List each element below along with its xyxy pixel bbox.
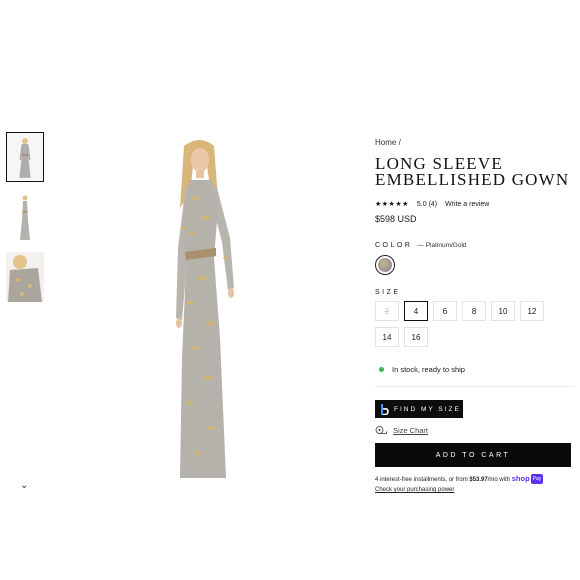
- color-label: COLOR: [375, 242, 413, 249]
- breadcrumb: Home /: [375, 138, 575, 147]
- gown-closeup-thumbnail[interactable]: [6, 252, 44, 302]
- color-swatch-platinum-gold[interactable]: [375, 255, 395, 275]
- gown-full-image: [6, 192, 44, 242]
- size-option-16[interactable]: 16: [404, 327, 428, 347]
- size-label: SIZE: [375, 289, 401, 296]
- swatch-fill: [378, 258, 392, 272]
- rating-count: (4): [428, 200, 438, 208]
- size-option-2[interactable]: 2: [375, 301, 399, 321]
- thumbnail-gallery: [6, 132, 46, 312]
- gown-front-thumbnail[interactable]: [6, 132, 44, 182]
- stock-text: In stock, ready to ship: [392, 365, 465, 374]
- stock-status: In stock, ready to ship: [375, 365, 575, 374]
- find-my-size-button[interactable]: FIND MY SIZE: [375, 400, 463, 418]
- rating-row: ★★★★★ 5.0 (4) Write a review: [375, 200, 575, 209]
- in-stock-dot-icon: [379, 367, 384, 372]
- shop-pay-logo: shop: [511, 474, 530, 483]
- installments-prefix: 4 interest-free installments, or from: [375, 477, 468, 483]
- color-label-row: COLOR — Platinum/Gold: [375, 242, 575, 249]
- b-logo-icon: [381, 403, 389, 415]
- size-option-4[interactable]: 4: [404, 301, 428, 321]
- size-option-8[interactable]: 8: [462, 301, 486, 321]
- write-review-link[interactable]: Write a review: [445, 201, 489, 208]
- installments-suffix: /mo with: [487, 477, 511, 483]
- size-chart-label: Size Chart: [393, 426, 429, 435]
- product-main-image: [176, 140, 234, 478]
- shop-pay-badge: Pay: [530, 474, 544, 485]
- gown-full-thumbnail[interactable]: [6, 192, 44, 242]
- product-title: LONG SLEEVE EMBELLISHED GOWN: [375, 154, 570, 189]
- add-to-cart-button[interactable]: ADD TO CART: [375, 443, 571, 467]
- size-option-6[interactable]: 6: [433, 301, 457, 321]
- rating-summary: 5.0 (4): [417, 201, 437, 208]
- tape-measure-icon: [375, 426, 387, 434]
- breadcrumb-home-link[interactable]: Home: [375, 138, 396, 147]
- installment-amount: $53.97: [469, 477, 488, 483]
- star-rating-icon: ★★★★★: [375, 201, 409, 208]
- installments-info: 4 interest-free installments, or from $5…: [375, 474, 575, 495]
- color-value: — Platinum/Gold: [417, 242, 467, 249]
- size-options: 2 4 6 8 10 12 14 16: [375, 301, 575, 353]
- find-my-size-label: FIND MY SIZE: [394, 405, 461, 413]
- size-option-12[interactable]: 12: [520, 301, 544, 321]
- size-chart-link[interactable]: Size Chart: [375, 426, 575, 435]
- gown-closeup-image: [6, 252, 44, 302]
- rating-value: 5.0: [416, 200, 427, 208]
- breadcrumb-separator: /: [398, 138, 401, 147]
- product-price: $598 USD: [375, 214, 417, 224]
- size-option-10[interactable]: 10: [491, 301, 515, 321]
- purchasing-power-link[interactable]: Check your purchasing power: [375, 487, 454, 493]
- divider: [375, 386, 575, 387]
- gown-front-image: [7, 133, 43, 181]
- size-option-14[interactable]: 14: [375, 327, 399, 347]
- chevron-down-icon[interactable]: ⌄: [20, 480, 28, 491]
- product-info: Home / LONG SLEEVE EMBELLISHED GOWN ★★★★…: [375, 138, 575, 495]
